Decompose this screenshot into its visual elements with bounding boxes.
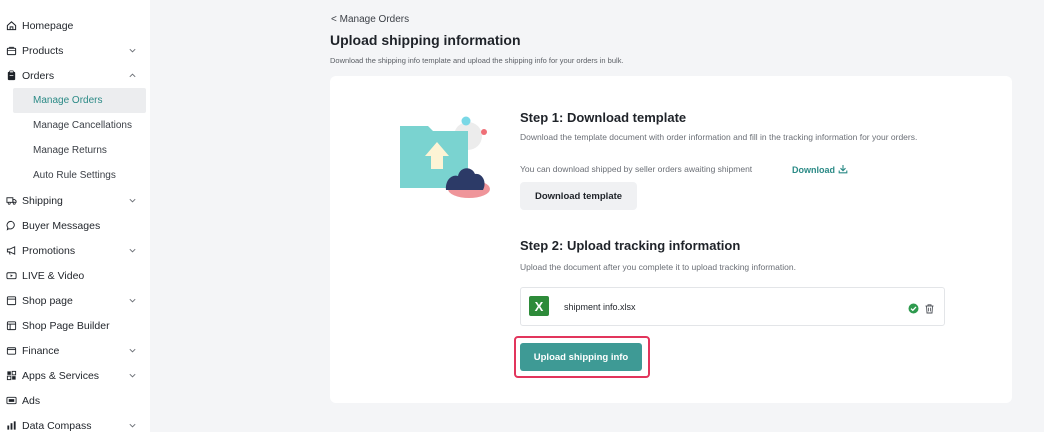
sidebar-subitem-auto-rule-settings[interactable]: Auto Rule Settings [13,163,146,188]
ads-icon [5,395,17,407]
clipboard-icon [5,70,17,82]
sidebar-item-promotions[interactable]: Promotions [0,238,150,263]
wallet-icon [5,345,17,357]
sidebar-item-label: Shop page [22,294,73,307]
sidebar-item-ads[interactable]: Ads [0,388,150,413]
sidebar: Homepage Products Orders Manage Orders M… [0,0,150,432]
uploaded-file-row: X shipment info.xlsx [520,287,945,326]
trash-icon[interactable] [924,301,935,314]
breadcrumb[interactable]: < Manage Orders [331,14,409,25]
step1-title: Step 1: Download template [520,110,687,125]
sidebar-item-label: Ads [22,394,41,407]
chevron-down-icon[interactable] [128,196,138,206]
sidebar-item-label: Data Compass [22,419,92,432]
apps-icon [5,370,17,382]
sidebar-item-shop-page[interactable]: Shop page [0,288,150,313]
chevron-down-icon[interactable] [128,421,138,431]
check-circle-icon [908,301,919,314]
sidebar-item-data-compass[interactable]: Data Compass [0,413,150,432]
sidebar-item-label: Buyer Messages [22,219,101,232]
bag-icon [5,45,17,57]
chevron-down-icon[interactable] [128,371,138,381]
chat-icon [5,220,17,232]
sidebar-item-apps-services[interactable]: Apps & Services [0,363,150,388]
sidebar-item-label: Homepage [22,19,74,32]
chevron-up-icon[interactable] [128,71,138,81]
sidebar-item-label: Shop Page Builder [22,319,110,332]
builder-icon [5,320,17,332]
sidebar-item-homepage[interactable]: Homepage [0,13,150,38]
sidebar-item-label: Promotions [22,244,76,257]
upload-shipping-info-button[interactable]: Upload shipping info [520,343,642,371]
sidebar-item-label: Finance [22,344,60,357]
sidebar-item-products[interactable]: Products [0,38,150,63]
download-template-button[interactable]: Download template [520,182,637,210]
download-icon [838,164,848,176]
chevron-down-icon[interactable] [128,246,138,256]
page-title: Upload shipping information [330,32,521,48]
sidebar-item-label: Products [22,44,64,57]
sidebar-subitem-manage-returns[interactable]: Manage Returns [13,138,146,163]
chart-icon [5,420,17,432]
upload-illustration [398,112,493,202]
shop-icon [5,295,17,307]
sidebar-item-orders[interactable]: Orders [0,63,150,88]
download-link[interactable]: Download [792,164,848,176]
step1-shipped-note: You can download shipped by seller order… [520,164,753,174]
sidebar-item-buyer-messages[interactable]: Buyer Messages [0,213,150,238]
step2-title: Step 2: Upload tracking information [520,238,741,253]
page-description: Download the shipping info template and … [330,56,624,65]
chevron-down-icon[interactable] [128,296,138,306]
home-icon [5,20,17,32]
sidebar-subitem-manage-orders[interactable]: Manage Orders [13,88,146,113]
download-link-label: Download [792,165,835,175]
file-name: shipment info.xlsx [564,302,636,312]
sidebar-item-live-video[interactable]: LIVE & Video [0,263,150,288]
excel-file-icon: X [529,296,549,316]
truck-icon [5,195,17,207]
megaphone-icon [5,245,17,257]
sidebar-item-label: LIVE & Video [22,269,85,282]
sidebar-item-label: Orders [22,69,55,82]
sidebar-item-label: Shipping [22,194,63,207]
live-icon [5,270,17,282]
sidebar-item-finance[interactable]: Finance [0,338,150,363]
sidebar-item-shop-page-builder[interactable]: Shop Page Builder [0,313,150,338]
sidebar-item-label: Apps & Services [22,369,100,382]
step1-description: Download the template document with orde… [520,132,918,142]
sidebar-subitem-manage-cancellations[interactable]: Manage Cancellations [13,113,146,138]
step2-description: Upload the document after you complete i… [520,262,796,272]
chevron-down-icon[interactable] [128,46,138,56]
chevron-down-icon[interactable] [128,346,138,356]
sidebar-item-shipping[interactable]: Shipping [0,188,150,213]
